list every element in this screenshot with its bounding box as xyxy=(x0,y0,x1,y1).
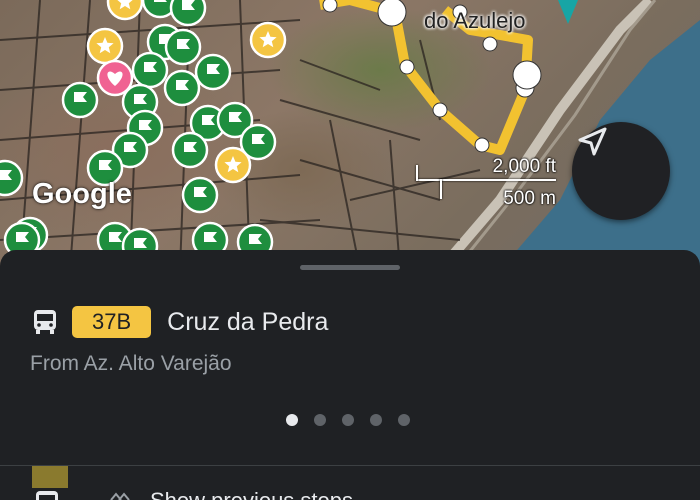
route-origin: From Az. Alto Varejão xyxy=(30,352,232,375)
page-dot[interactable] xyxy=(370,414,382,426)
route-stop[interactable] xyxy=(482,36,498,52)
map-scale: 2,000 ft 500 m xyxy=(414,152,560,212)
route-stop[interactable] xyxy=(399,59,415,75)
heart-icon[interactable] xyxy=(96,59,134,97)
show-previous-stops-label: Show previous stops xyxy=(150,488,353,500)
scale-meters-label: 500 m xyxy=(503,188,556,209)
page-dot[interactable] xyxy=(398,414,410,426)
page-dot[interactable] xyxy=(342,414,354,426)
scale-tick-left xyxy=(416,165,418,181)
route-sheet: 37B Cruz da Pedra From Az. Alto Varejão xyxy=(0,250,700,465)
route-stop[interactable] xyxy=(474,137,490,153)
place-label[interactable]: do Azulejo xyxy=(424,8,526,34)
google-logo: Google xyxy=(32,178,132,210)
star-icon[interactable] xyxy=(86,27,124,65)
route-color-marker xyxy=(32,466,68,488)
star-icon[interactable] xyxy=(249,21,287,59)
sheet-drag-handle[interactable] xyxy=(300,265,400,270)
scale-bar xyxy=(416,179,556,181)
page-dot[interactable] xyxy=(314,414,326,426)
route-number-badge: 37B xyxy=(72,306,152,338)
flag-icon[interactable] xyxy=(194,53,232,91)
page-dot[interactable] xyxy=(286,414,298,426)
flag-icon[interactable] xyxy=(61,81,99,119)
bus-icon xyxy=(36,491,58,500)
street xyxy=(299,59,381,91)
location-pin-icon[interactable] xyxy=(558,0,578,24)
flag-icon[interactable] xyxy=(164,28,202,66)
map-view[interactable]: Google do Azulejo 2,000 ft 500 m xyxy=(0,0,700,270)
route-destination: Cruz da Pedra xyxy=(167,307,329,336)
route-stop[interactable] xyxy=(322,0,338,13)
flag-icon[interactable] xyxy=(169,0,207,27)
previous-stops-row[interactable]: Show previous stops xyxy=(0,466,700,500)
street xyxy=(279,99,421,141)
navigation-arrow-icon xyxy=(578,127,607,156)
flag-icon[interactable] xyxy=(0,159,24,197)
scale-feet-label: 2,000 ft xyxy=(492,156,556,177)
scale-tick-metric xyxy=(440,179,442,199)
route-stop[interactable] xyxy=(432,102,448,118)
flag-icon[interactable] xyxy=(181,176,219,214)
route-stop[interactable] xyxy=(377,0,407,27)
star-icon[interactable] xyxy=(214,146,252,184)
page-indicator[interactable] xyxy=(286,414,410,426)
street xyxy=(329,119,361,270)
star-icon[interactable] xyxy=(106,0,144,21)
flag-icon[interactable] xyxy=(171,131,209,169)
navigation-button[interactable] xyxy=(572,122,670,220)
route-header[interactable]: 37B Cruz da Pedra xyxy=(30,305,328,339)
bus-icon xyxy=(34,310,56,334)
flag-icon[interactable] xyxy=(131,51,169,89)
flag-icon[interactable] xyxy=(163,69,201,107)
street xyxy=(259,219,461,241)
route-stop[interactable] xyxy=(512,60,542,90)
expand-icon xyxy=(110,492,130,500)
